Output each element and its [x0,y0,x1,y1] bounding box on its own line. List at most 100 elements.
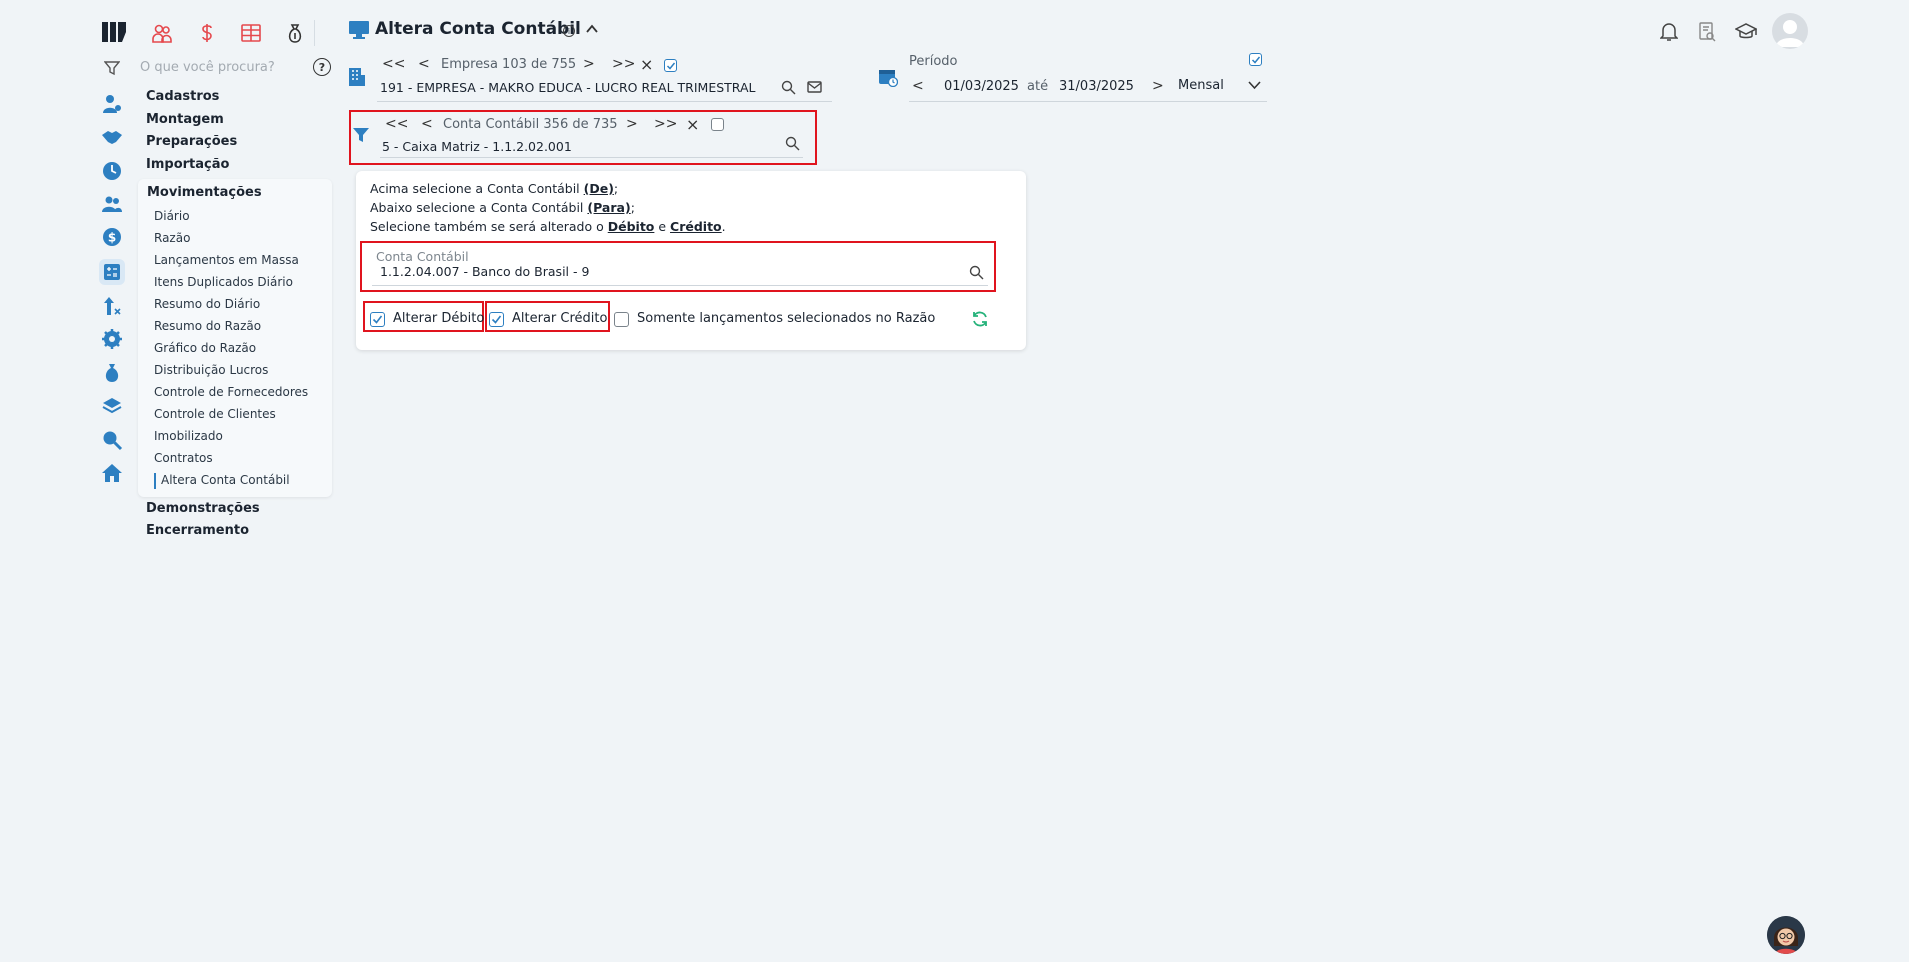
submenu-movimentacoes [138,179,332,497]
funnel-icon[interactable] [352,126,370,144]
period-start[interactable]: 01/03/2025 [944,79,1019,94]
menu-movimentacoes[interactable]: Movimentações [147,185,262,200]
money-bag-icon[interactable] [101,362,123,384]
page-title: Altera Conta Contábil [375,19,581,39]
app-logo[interactable] [102,20,128,44]
chevron-up-icon[interactable] [585,22,599,36]
menu-demonstracoes[interactable]: Demonstrações [146,501,260,516]
calculator-icon[interactable] [99,259,125,285]
company-prev-button[interactable]: < [418,56,430,72]
target-account-input[interactable]: 1.1.2.04.007 - Banco do Brasil - 9 [380,264,589,279]
people-module-icon[interactable] [151,22,173,44]
handshake-icon[interactable] [101,126,123,148]
account-underline [380,157,803,158]
account-search-icon[interactable] [785,136,800,151]
assistant-avatar[interactable] [1767,916,1805,954]
user-avatar[interactable] [1772,13,1808,49]
company-value[interactable]: 191 - EMPRESA - MAKRO EDUCA - LUCRO REAL… [380,80,755,95]
document-search-icon[interactable] [1698,22,1716,42]
menu-preparacoes[interactable]: Preparações [146,134,237,149]
account-prev-button[interactable]: < [421,116,433,132]
instruction-line-3: Selecione também se será alterado o Débi… [370,219,726,234]
envelope-icon[interactable] [807,80,822,94]
active-indicator [154,473,156,489]
money-bag-module-icon[interactable] [284,22,306,44]
alterar-credito-checkbox[interactable] [489,312,504,327]
submenu-item-controle-fornecedores[interactable]: Controle de Fornecedores [154,385,308,399]
company-first-button[interactable]: << [382,56,405,72]
building-icon [348,67,366,87]
period-separator: até [1027,79,1049,94]
alterar-credito-label[interactable]: Alterar Crédito [512,311,607,326]
menu-cadastros[interactable]: Cadastros [146,89,219,104]
period-checkbox[interactable] [1249,53,1262,66]
account-counter: Conta Contábil 356 de 735 [443,117,618,132]
filter-icon[interactable] [104,60,120,76]
bell-icon[interactable] [1660,22,1678,42]
submenu-item-lancamentos-em-massa[interactable]: Lançamentos em Massa [154,253,299,267]
menu-search-input[interactable] [140,58,310,76]
submenu-item-resumo-diario[interactable]: Resumo do Diário [154,297,260,311]
submenu-item-grafico-razao[interactable]: Gráfico do Razão [154,341,256,355]
company-search-icon[interactable] [781,80,796,95]
submenu-item-distribuicao-lucros[interactable]: Distribuição Lucros [154,363,268,377]
header-divider [314,20,315,46]
submenu-item-itens-duplicados[interactable]: Itens Duplicados Diário [154,275,293,289]
help-icon[interactable]: ? [313,58,331,76]
instruction-line-1: Acima selecione a Conta Contábil (De); [370,181,619,196]
user-settings-icon[interactable] [101,93,123,115]
submenu-item-controle-clientes[interactable]: Controle de Clientes [154,407,276,421]
account-first-button[interactable]: << [385,116,408,132]
refresh-icon[interactable] [971,310,989,328]
alterar-debito-checkbox[interactable] [370,312,385,327]
dollar-circle-icon[interactable]: $ [101,226,123,248]
submenu-item-resumo-razao[interactable]: Resumo do Razão [154,319,261,333]
account-from-value[interactable]: 5 - Caixa Matriz - 1.1.2.02.001 [382,139,572,154]
menu-importacao[interactable]: Importação [146,157,229,172]
submenu-item-diario[interactable]: Diário [154,209,190,223]
company-underline [377,101,832,102]
menu-montagem[interactable]: Montagem [146,112,224,127]
company-last-button[interactable]: >> [612,56,635,72]
clock-icon[interactable] [101,160,123,182]
svg-text:$: $ [108,231,116,245]
graduation-cap-icon[interactable] [1735,22,1757,42]
period-underline [909,101,1267,102]
period-end[interactable]: 31/03/2025 [1059,79,1134,94]
target-account-search-icon[interactable] [969,265,984,280]
gear-icon[interactable] [101,328,123,350]
submenu-item-contratos[interactable]: Contratos [154,451,213,465]
period-prev-button[interactable]: < [912,78,924,94]
account-checkbox[interactable] [711,118,724,131]
somente-selecionados-checkbox[interactable] [614,312,629,327]
submenu-item-imobilizado[interactable]: Imobilizado [154,429,223,443]
period-label: Período [909,54,958,69]
dollar-module-icon[interactable] [196,22,218,44]
company-clear-button[interactable]: × [640,55,653,74]
account-clear-button[interactable]: × [686,115,699,134]
period-mode-select[interactable]: Mensal [1178,78,1224,93]
grid-module-icon[interactable] [240,22,262,44]
account-next-button[interactable]: > [626,116,638,132]
somente-selecionados-label[interactable]: Somente lançamentos selecionados no Razã… [637,311,935,326]
account-last-button[interactable]: >> [654,116,677,132]
target-account-label: Conta Contábil [376,249,469,264]
company-next-button[interactable]: > [583,56,595,72]
company-checkbox[interactable] [664,59,677,72]
magnifier-icon[interactable] [101,429,123,451]
chevron-down-icon[interactable] [1248,81,1261,90]
alterar-debito-label[interactable]: Alterar Débito [393,311,484,326]
target-account-underline [372,285,988,286]
calendar-icon [878,67,898,87]
monitor-icon [349,21,369,39]
info-icon[interactable]: i [563,25,575,37]
menu-encerramento[interactable]: Encerramento [146,523,249,538]
home-icon[interactable] [101,462,123,484]
period-next-button[interactable]: > [1152,78,1164,94]
users-icon[interactable] [101,193,123,215]
company-counter: Empresa 103 de 755 [441,57,577,72]
layers-icon[interactable] [101,395,123,417]
submenu-item-altera-conta-contabil[interactable]: Altera Conta Contábil [161,473,290,487]
submenu-item-razao[interactable]: Razão [154,231,190,245]
transfer-icon[interactable] [101,295,123,317]
